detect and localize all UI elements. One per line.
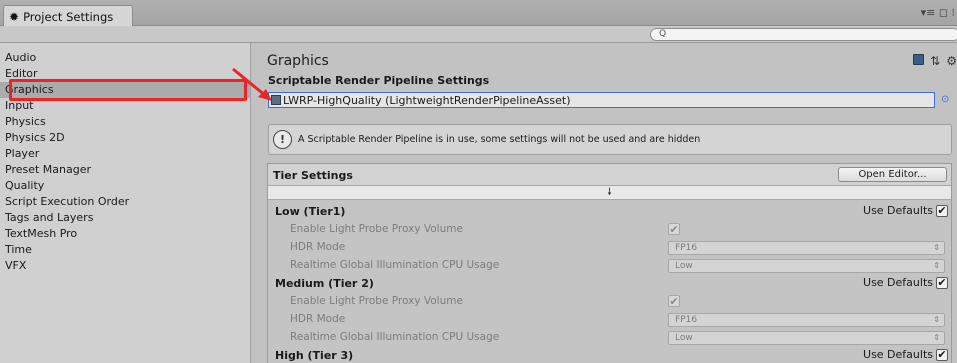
search-input[interactable]: Q [650,28,957,41]
hdr-mode-value: FP16 [675,243,698,253]
sidebar-item-tags-and-layers[interactable]: Tags and Layers [0,210,250,226]
hdr-mode-value: FP16 [675,315,698,325]
window-tab-bar: ✹ Project Settings ▾≡ ◻ ⁝ [0,0,957,27]
gi-cpu-label: Realtime Global Illumination CPU Usage [290,331,500,343]
property-row: Enable Light Probe Proxy Volume ✔ [268,293,951,311]
window-controls[interactable]: ▾≡ ◻ ⁝ [921,6,955,19]
hdr-mode-dropdown: FP16 ⇕ [668,241,945,255]
dropdown-arrow-icon: ⇕ [933,333,940,342]
sidebar-item-physics[interactable]: Physics [0,114,250,130]
use-defaults-toggle[interactable]: Use Defaults ✔ [863,204,948,217]
asset-field-value: LWRP-HighQuality (LightweightRenderPipel… [283,93,571,107]
preset-icon[interactable]: ⇅ [930,54,940,68]
page-title: Graphics [267,53,329,69]
gi-cpu-value: Low [675,333,693,343]
object-picker-icon[interactable]: ⊙ [941,94,949,105]
sidebar-item-physics-2d[interactable]: Physics 2D [0,130,250,146]
hdr-mode-label: HDR Mode [290,313,346,325]
hdr-mode-dropdown: FP16 ⇕ [668,313,945,327]
download-icon: 🠗 [607,187,612,198]
sidebar-item-quality[interactable]: Quality [0,178,250,194]
help-book-icon[interactable] [913,54,925,65]
dropdown-arrow-icon: ⇕ [933,243,940,252]
use-defaults-label: Use Defaults [863,204,933,217]
graphics-panel: Graphics ⇅ ⚙ Scriptable Render Pipeline … [252,43,957,363]
asset-icon [271,95,281,105]
tier-download-bar[interactable]: 🠗 [268,186,951,200]
property-row: Realtime Global Illumination CPU Usage L… [268,329,951,347]
help-text: A Scriptable Render Pipeline is in use, … [298,134,701,145]
probe-proxy-label: Enable Light Probe Proxy Volume [290,295,463,307]
gi-cpu-dropdown: Low ⇕ [668,331,945,345]
open-editor-button[interactable]: Open Editor... [838,167,947,182]
tier-row: High (Tier 3) Use Defaults ✔ [268,347,951,363]
tier-name: Medium (Tier 2) [275,277,374,290]
property-row: Enable Light Probe Proxy Volume ✔ [268,221,951,239]
use-defaults-label: Use Defaults [863,276,933,289]
probe-proxy-label: Enable Light Probe Proxy Volume [290,223,463,235]
property-row: HDR Mode FP16 ⇕ [268,311,951,329]
gi-cpu-value: Low [675,261,693,271]
graphics-highlight-box [9,79,247,101]
sidebar-item-textmesh-pro[interactable]: TextMesh Pro [0,226,250,242]
probe-proxy-checkbox: ✔ [668,294,680,308]
tab-title: Project Settings [23,9,114,24]
sidebar-item-time[interactable]: Time [0,242,250,258]
use-defaults-label: Use Defaults [863,348,933,361]
tier-settings-label: Tier Settings [273,169,353,182]
header-icons: ⇅ ⚙ [913,54,957,68]
info-helpbox: ! A Scriptable Render Pipeline is in use… [268,124,952,155]
sidebar-item-script-execution-order[interactable]: Script Execution Order [0,194,250,210]
tier-row: Low (Tier1) Use Defaults ✔ [268,203,951,221]
use-defaults-checkbox[interactable]: ✔ [936,348,948,361]
probe-proxy-checkbox: ✔ [668,222,680,236]
info-icon: ! [273,130,292,149]
use-defaults-toggle[interactable]: Use Defaults ✔ [863,348,948,361]
tier-row: Medium (Tier 2) Use Defaults ✔ [268,275,951,293]
tier-settings-panel: Tier Settings Open Editor... 🠗 Low (Tier… [267,163,952,363]
window-menu-icon[interactable]: ▾≡ ◻ ⁝ [921,6,955,19]
gi-cpu-label: Realtime Global Illumination CPU Usage [290,259,500,271]
srp-settings-label: Scriptable Render Pipeline Settings [268,74,490,87]
render-pipeline-asset-field[interactable]: LWRP-HighQuality (LightweightRenderPipel… [268,92,935,108]
sidebar-item-audio[interactable]: Audio [0,50,250,66]
use-defaults-checkbox[interactable]: ✔ [936,276,948,289]
tier-list: Low (Tier1) Use Defaults ✔ Enable Light … [268,203,951,363]
use-defaults-toggle[interactable]: Use Defaults ✔ [863,276,948,289]
project-settings-tab[interactable]: ✹ Project Settings [3,5,133,27]
tier-name: High (Tier 3) [275,349,354,362]
dropdown-arrow-icon: ⇕ [933,261,940,270]
tier-settings-header: Tier Settings Open Editor... [268,164,951,186]
hdr-mode-label: HDR Mode [290,241,346,253]
property-row: Realtime Global Illumination CPU Usage L… [268,257,951,275]
use-defaults-checkbox[interactable]: ✔ [936,204,948,217]
sidebar-item-vfx[interactable]: VFX [0,258,250,274]
sidebar-item-player[interactable]: Player [0,146,250,162]
tier-name: Low (Tier1) [275,205,346,218]
sidebar-item-preset-manager[interactable]: Preset Manager [0,162,250,178]
toolbar: Q [0,26,957,43]
search-icon: Q [659,29,667,39]
property-row: HDR Mode FP16 ⇕ [268,239,951,257]
gi-cpu-dropdown: Low ⇕ [668,259,945,273]
gear-icon: ✹ [9,9,20,24]
dropdown-arrow-icon: ⇕ [933,315,940,324]
settings-gear-icon[interactable]: ⚙ [946,54,957,68]
